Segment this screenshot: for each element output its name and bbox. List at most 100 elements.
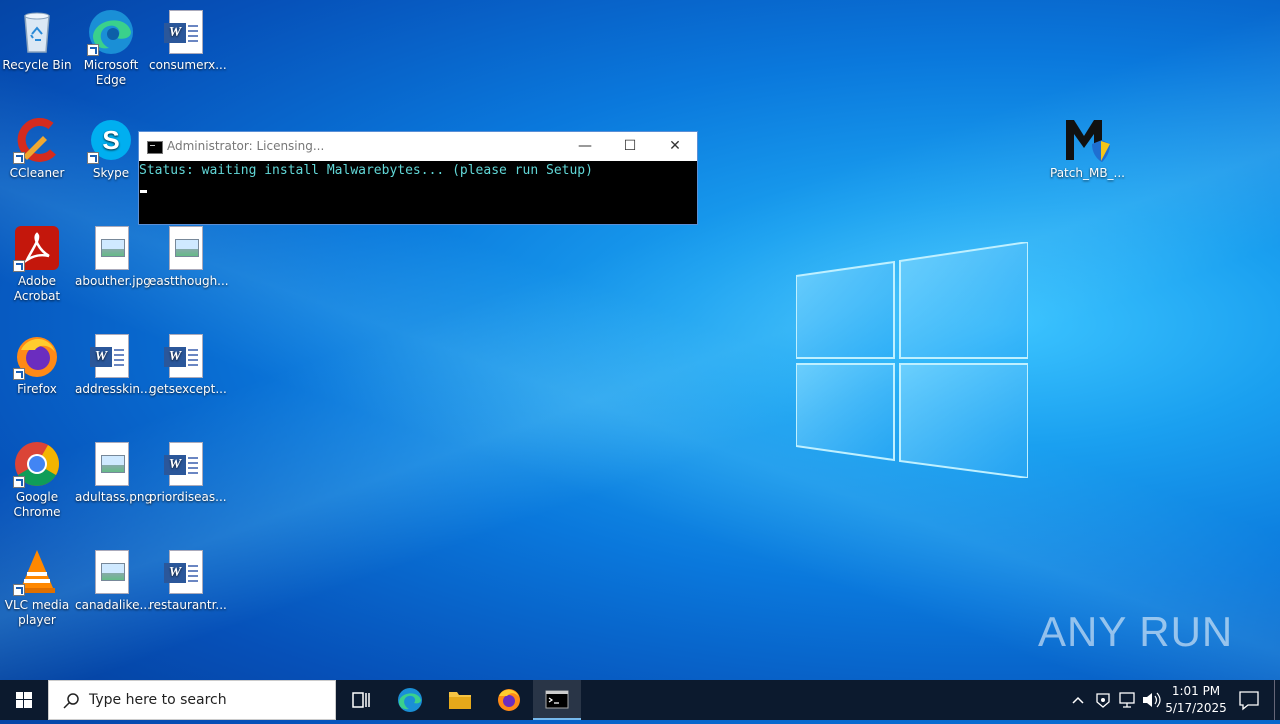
network-icon xyxy=(1119,692,1135,708)
cmd-output-line: Status: waiting install Malwarebytes... … xyxy=(139,163,593,178)
desktop-icon-canadalike[interactable]: canadalike... xyxy=(75,548,151,613)
desktop-icon-label: Google Chrome xyxy=(13,490,61,519)
desktop-icon-label: eastthough... xyxy=(149,274,229,288)
recycle-bin-icon xyxy=(13,8,61,56)
shortcut-arrow-icon xyxy=(87,152,99,164)
taskbar-edge-button[interactable] xyxy=(386,680,434,720)
image-file-icon xyxy=(87,440,135,488)
close-button[interactable]: ✕ xyxy=(652,132,698,161)
desktop-icon-addresskin[interactable]: W addresskin... xyxy=(75,332,152,397)
desktop-icon-label: Microsoft Edge xyxy=(83,58,139,87)
desktop-icon-ccleaner[interactable]: CCleaner xyxy=(1,116,73,181)
image-file-icon xyxy=(87,548,135,596)
action-center-button[interactable] xyxy=(1234,680,1264,720)
shortcut-arrow-icon xyxy=(87,44,99,56)
notification-icon xyxy=(1239,691,1259,711)
clock-time: 1:01 PM xyxy=(1171,684,1221,698)
show-hidden-icons-button[interactable] xyxy=(1066,680,1090,720)
taskbar-cmd-button[interactable] xyxy=(533,680,581,720)
tray-defender-button[interactable] xyxy=(1092,680,1114,720)
svg-text:S: S xyxy=(102,125,119,155)
firefox-icon xyxy=(498,689,520,711)
word-document-icon: W xyxy=(161,8,209,56)
desktop-icon-label: getsexcept... xyxy=(149,382,227,396)
show-desktop-button[interactable] xyxy=(1274,680,1280,720)
maximize-button[interactable]: ☐ xyxy=(607,132,653,161)
task-view-button[interactable] xyxy=(336,680,384,720)
start-button[interactable] xyxy=(0,680,48,720)
cmd-window[interactable]: Administrator: Licensing... — ☐ ✕ Status… xyxy=(138,131,698,225)
chrome-icon xyxy=(13,440,61,488)
chevron-up-icon xyxy=(1072,696,1084,704)
windows-start-icon xyxy=(16,692,32,708)
skype-icon: S xyxy=(87,116,135,164)
edge-icon xyxy=(398,688,422,712)
cmd-window-title: Administrator: Licensing... xyxy=(167,139,325,153)
desktop-icon-firefox[interactable]: Firefox xyxy=(1,332,73,397)
anyrun-watermark: ANY RUN xyxy=(1038,608,1233,656)
desktop-icon-label: addresskin... xyxy=(75,382,152,396)
shortcut-arrow-icon xyxy=(13,584,25,596)
desktop-icon-patch-mb[interactable]: Patch_MB_... xyxy=(1050,116,1125,181)
desktop-icon-label: Patch_MB_... xyxy=(1050,166,1125,180)
desktop-icon-label: Firefox xyxy=(17,382,57,396)
desktop-icon-label: CCleaner xyxy=(9,166,65,180)
desktop-icon-recycle-bin[interactable]: Recycle Bin xyxy=(1,8,73,73)
minimize-button[interactable]: — xyxy=(562,132,608,161)
desktop-icon-abouther-jpg[interactable]: abouther.jpg xyxy=(75,224,151,289)
shortcut-arrow-icon xyxy=(13,368,25,380)
vlc-cone-icon xyxy=(13,548,61,596)
shield-tray-icon xyxy=(1096,693,1110,708)
malwarebytes-shield-icon xyxy=(1062,116,1110,164)
desktop-icon-label: Skype xyxy=(92,166,130,180)
adobe-acrobat-icon xyxy=(13,224,61,272)
desktop-icon-label: canadalike... xyxy=(75,598,151,612)
desktop-icon-restaurantr[interactable]: W restaurantr... xyxy=(149,548,227,613)
desktop-icon-vlc[interactable]: VLC media player xyxy=(1,548,73,628)
image-file-icon xyxy=(161,224,209,272)
cmd-icon xyxy=(545,690,569,709)
desktop-icon-adultass-png[interactable]: adultass.png xyxy=(75,440,153,505)
desktop-icon-microsoft-edge[interactable]: Microsoft Edge xyxy=(75,8,147,88)
wallpaper-windows-logo xyxy=(796,242,1028,478)
tray-network-button[interactable] xyxy=(1115,680,1139,720)
cmd-title-bar[interactable]: Administrator: Licensing... — ☐ ✕ xyxy=(139,132,697,161)
desktop-icon-label: abouther.jpg xyxy=(75,274,151,288)
desktop-icon-label: priordiseas... xyxy=(149,490,227,504)
shortcut-arrow-icon xyxy=(13,476,25,488)
taskbar-clock[interactable]: 1:01 PM 5/17/2025 xyxy=(1160,683,1232,717)
shortcut-arrow-icon xyxy=(13,152,25,164)
search-placeholder: Type here to search xyxy=(89,692,227,708)
desktop-icon-skype[interactable]: S Skype xyxy=(75,116,147,181)
cmd-app-icon xyxy=(147,141,163,154)
taskbar-file-explorer-button[interactable] xyxy=(436,680,484,720)
anyrun-watermark-text: ANY RUN xyxy=(1038,608,1234,655)
shortcut-arrow-icon xyxy=(13,260,25,272)
desktop-icon-label: restaurantr... xyxy=(149,598,227,612)
ccleaner-icon xyxy=(13,116,61,164)
desktop-icon-google-chrome[interactable]: Google Chrome xyxy=(1,440,73,520)
desktop-icon-label: VLC media player xyxy=(4,598,70,627)
word-document-icon: W xyxy=(161,440,209,488)
desktop-icon-getsexcept[interactable]: W getsexcept... xyxy=(149,332,227,397)
word-document-icon: W xyxy=(161,332,209,380)
taskbar-search-box[interactable]: Type here to search xyxy=(48,680,336,720)
firefox-icon xyxy=(13,332,61,380)
cmd-cursor xyxy=(140,190,147,193)
desktop-icon-consumerx[interactable]: W consumerx... xyxy=(149,8,227,73)
desktop-icon-adobe-acrobat[interactable]: Adobe Acrobat xyxy=(1,224,73,304)
desktop-icon-label: Adobe Acrobat xyxy=(13,274,61,303)
search-icon xyxy=(63,693,79,709)
image-file-icon xyxy=(87,224,135,272)
desktop-icon-label: adultass.png xyxy=(75,490,153,504)
desktop-icon-priordiseas[interactable]: W priordiseas... xyxy=(149,440,227,505)
word-document-icon: W xyxy=(161,548,209,596)
desktop-icon-eastthough[interactable]: eastthough... xyxy=(149,224,229,289)
desktop-icon-label: consumerx... xyxy=(149,58,227,72)
taskbar: Type here to search 1:01 PM 5/17/2025 xyxy=(0,680,1280,720)
cmd-console[interactable]: Status: waiting install Malwarebytes... … xyxy=(139,161,697,193)
taskbar-firefox-button[interactable] xyxy=(485,680,533,720)
clock-date: 5/17/2025 xyxy=(1165,701,1227,715)
task-view-icon xyxy=(352,692,370,708)
edge-icon xyxy=(87,8,135,56)
